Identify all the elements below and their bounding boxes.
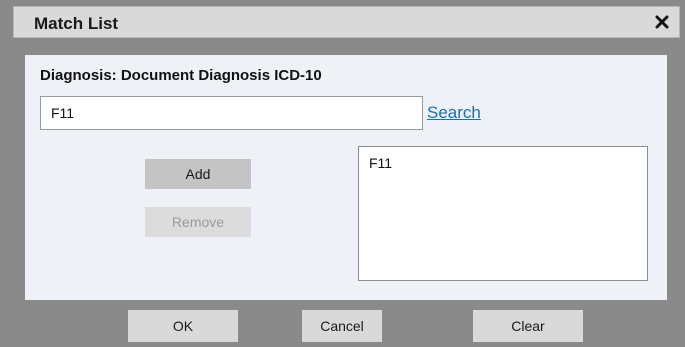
match-list-dialog: Match List Diagnosis: Document Diagnosis… — [0, 0, 685, 347]
dialog-body: Diagnosis: Document Diagnosis ICD-10 Sea… — [25, 55, 667, 300]
close-icon[interactable] — [651, 11, 673, 33]
match-listbox[interactable]: F11 — [358, 146, 648, 281]
dialog-title: Match List — [34, 14, 119, 33]
dialog-titlebar: Match List — [13, 6, 680, 38]
diagnosis-label: Diagnosis: Document Diagnosis ICD-10 — [40, 67, 322, 84]
ok-button[interactable]: OK — [128, 310, 238, 342]
search-link[interactable]: Search — [427, 103, 481, 123]
cancel-button[interactable]: Cancel — [302, 310, 382, 342]
diagnosis-search-input[interactable] — [40, 96, 423, 130]
remove-button[interactable]: Remove — [145, 207, 251, 237]
clear-button[interactable]: Clear — [473, 310, 583, 342]
list-item[interactable]: F11 — [369, 155, 392, 171]
add-button[interactable]: Add — [145, 159, 251, 189]
